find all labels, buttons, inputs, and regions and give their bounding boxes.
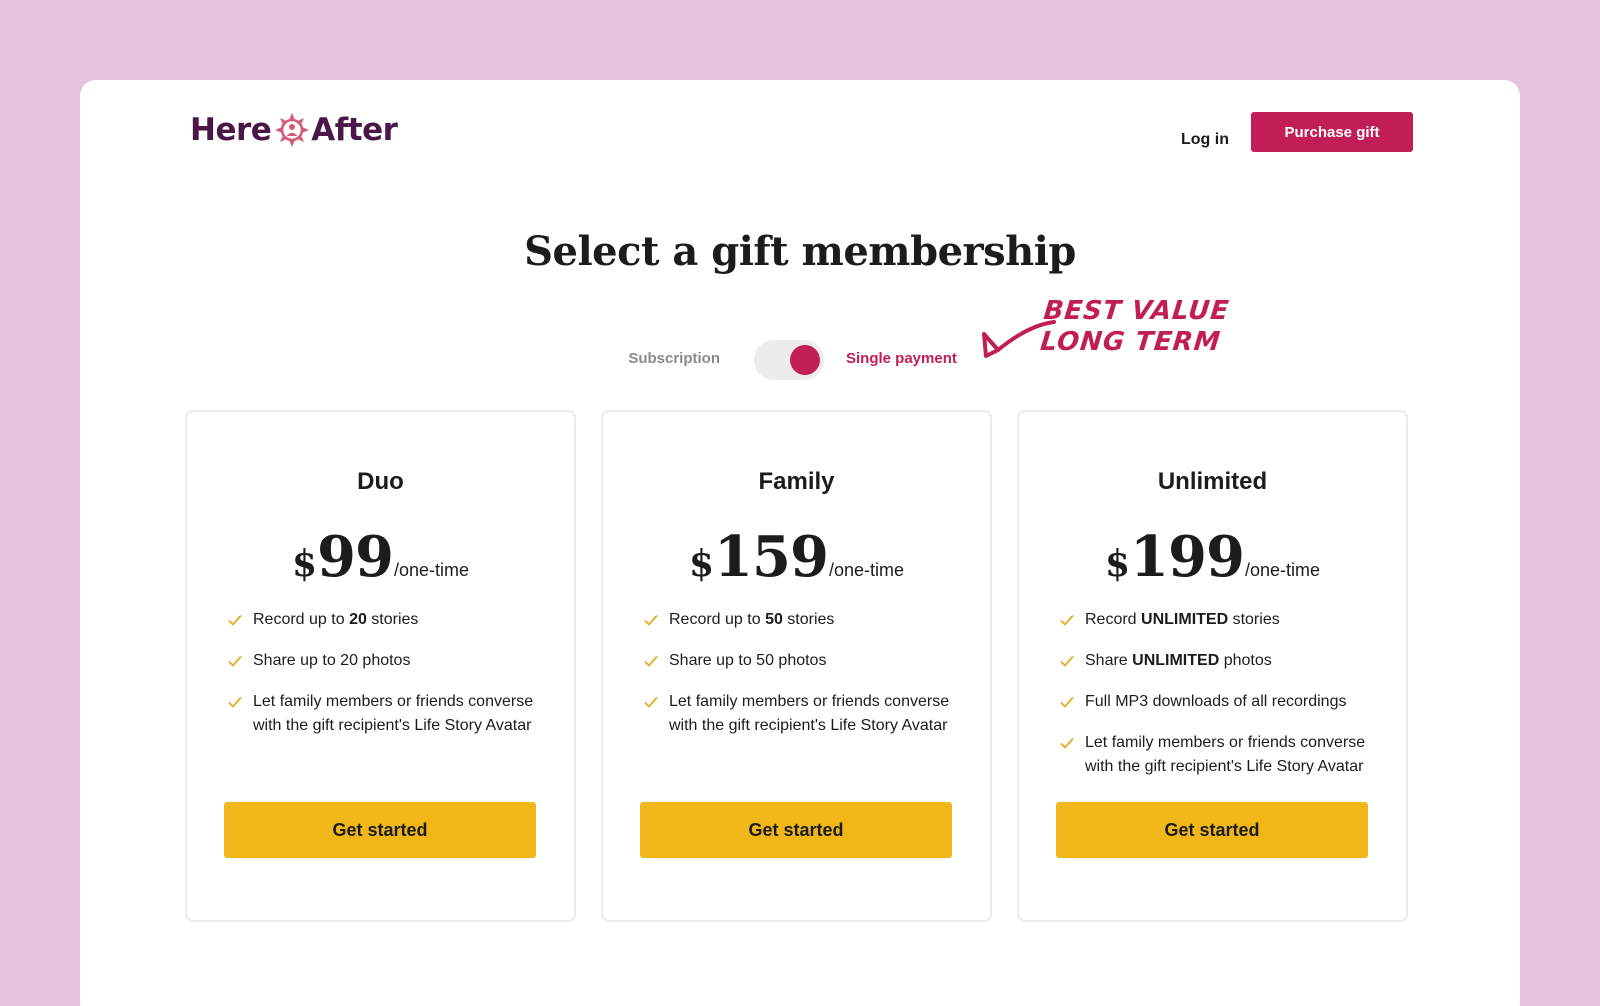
price-amount: 159 — [714, 524, 829, 590]
brand-name-left: Here — [190, 112, 272, 148]
plan-name: Unlimited — [1157, 468, 1268, 495]
check-icon — [1060, 655, 1074, 667]
toggle-label-subscription[interactable]: Subscription — [620, 350, 720, 367]
feature-item: Record up to 20 stories — [227, 608, 546, 632]
purchase-gift-button[interactable]: Purchase gift — [1251, 112, 1413, 152]
plan-name: Duo — [357, 468, 404, 495]
plan-name: Family — [758, 468, 835, 495]
check-icon — [1060, 614, 1074, 626]
feature-item: Let family members or friends converse w… — [643, 690, 962, 738]
feature-item: Full MP3 downloads of all recordings — [1059, 690, 1378, 714]
feature-list: Record UNLIMITED stories Share UNLIMITED… — [1059, 608, 1378, 796]
get-started-button-family[interactable]: Get started — [640, 802, 952, 858]
feature-item: Let family members or friends converse w… — [1059, 731, 1378, 779]
login-link[interactable]: Log in — [1155, 120, 1255, 160]
check-icon — [228, 655, 242, 667]
plan-price: $ 199 /one-time — [1019, 524, 1406, 590]
best-value-annotation: BEST VALUE LONG TERM — [1039, 296, 1231, 358]
check-icon — [1060, 696, 1074, 708]
annotation-line-1: BEST VALUE — [1042, 296, 1231, 326]
plan-price: $ 99 /one-time — [187, 524, 574, 590]
price-period: /one-time — [393, 560, 470, 580]
brand-name-right: After — [311, 112, 398, 148]
check-icon — [228, 614, 242, 626]
price-amount: 99 — [317, 524, 394, 590]
toggle-label-single-payment[interactable]: Single payment — [846, 350, 957, 367]
toggle-knob — [790, 345, 820, 375]
feature-list: Record up to 20 stories Share up to 20 p… — [227, 608, 546, 755]
price-currency: $ — [1104, 543, 1131, 585]
check-icon — [644, 696, 658, 708]
check-icon — [644, 614, 658, 626]
price-currency: $ — [688, 543, 715, 585]
annotation-line-2: LONG TERM — [1038, 327, 1223, 357]
feature-item: Share UNLIMITED photos — [1059, 649, 1378, 673]
check-icon — [1060, 737, 1074, 749]
sun-person-icon — [275, 113, 310, 147]
price-currency: $ — [291, 543, 318, 585]
price-period: /one-time — [828, 560, 904, 580]
feature-item: Share up to 50 photos — [643, 649, 962, 673]
billing-toggle[interactable] — [754, 340, 824, 380]
brand-logo[interactable]: Here After — [190, 112, 398, 148]
get-started-button-unlimited[interactable]: Get started — [1056, 802, 1368, 858]
feature-item: Record up to 50 stories — [643, 608, 962, 632]
feature-list: Record up to 50 stories Share up to 50 p… — [643, 608, 962, 755]
get-started-button-duo[interactable]: Get started — [224, 802, 536, 858]
check-icon — [228, 696, 242, 708]
price-period: /one-time — [1244, 560, 1320, 580]
page-card: Here After Log in Purchase gift Select a… — [80, 80, 1520, 1006]
feature-item: Let family members or friends converse w… — [227, 690, 546, 738]
price-amount: 199 — [1130, 524, 1245, 590]
plan-card-unlimited: Unlimited $ 199 /one-time Record UNLIMIT… — [1017, 410, 1408, 922]
plan-card-family: Family $ 159 /one-time Record up to 50 s… — [601, 410, 992, 922]
plan-price: $ 159 /one-time — [603, 524, 990, 590]
check-icon — [644, 655, 658, 667]
feature-item: Record UNLIMITED stories — [1059, 608, 1378, 632]
plan-card-duo: Duo $ 99 /one-time Record up to 20 stori… — [185, 410, 576, 922]
page-title: Select a gift membership — [524, 228, 1076, 275]
feature-item: Share up to 20 photos — [227, 649, 546, 673]
